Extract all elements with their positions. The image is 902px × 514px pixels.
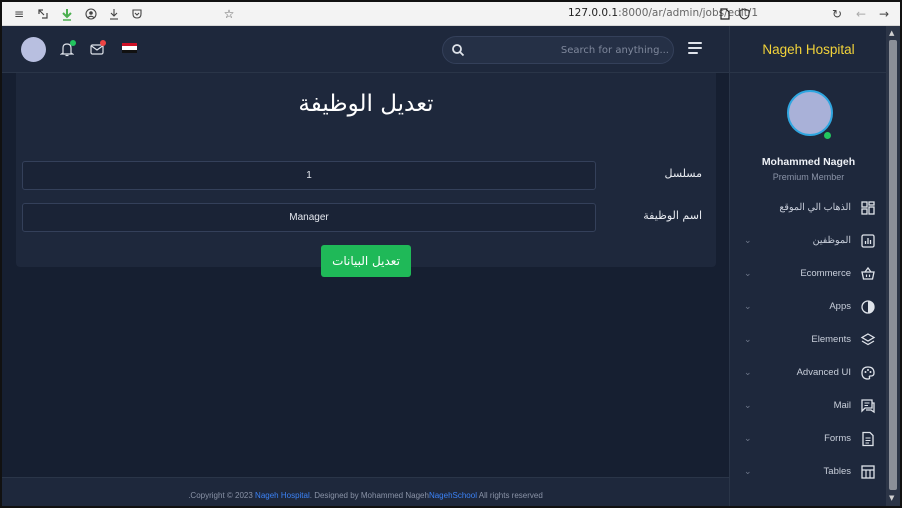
footer-copyright: .Copyright © 2023 <box>188 491 253 500</box>
chat-icon <box>861 399 875 414</box>
chevron-down-icon: ⌄ <box>744 236 752 246</box>
account-icon[interactable] <box>82 5 100 23</box>
download-arrow-icon[interactable] <box>58 5 76 23</box>
shield-icon[interactable] <box>735 5 753 23</box>
chevron-down-icon: ⌄ <box>744 269 752 279</box>
sidebar-item-elements[interactable]: ⌄ Elements <box>730 330 887 352</box>
scroll-thumb[interactable] <box>889 40 897 490</box>
serial-label: مسلسل <box>664 167 703 180</box>
sidebar-item-label: Ecommerce <box>800 268 851 279</box>
sidebar-item-apps[interactable]: ⌄ Apps <box>730 297 887 319</box>
profile-avatar[interactable] <box>787 90 833 136</box>
footer-brand-link[interactable]: Nageh Hospital <box>255 491 310 500</box>
online-status-dot <box>823 131 832 140</box>
sidebar-item-label: Advanced UI <box>796 367 851 378</box>
sidebar-item-label: Mail <box>833 400 851 411</box>
profile-name: Mohammed Nageh <box>761 156 856 168</box>
message-dot <box>100 40 106 46</box>
grid-icon <box>861 201 875 215</box>
layers-icon <box>860 333 876 346</box>
forward-icon[interactable]: → <box>875 5 893 23</box>
sidebar-item-label: Elements <box>811 334 851 345</box>
top-navbar <box>2 26 729 73</box>
bar-chart-icon <box>861 234 875 248</box>
egypt-flag-icon[interactable] <box>122 43 137 53</box>
job-name-input[interactable] <box>22 203 596 232</box>
footer-rights: All rights reserved <box>476 491 543 500</box>
back-icon[interactable]: ← <box>852 5 870 23</box>
mail-icon[interactable] <box>87 39 107 59</box>
sidebar-item-label: Tables <box>823 466 851 477</box>
page-icon[interactable] <box>716 5 734 23</box>
profile-role: Premium Member <box>772 172 845 182</box>
sidebar-item-tables[interactable]: ⌄ Tables <box>730 462 887 484</box>
sidebar-scrollbar[interactable]: ▲ ▼ <box>886 26 900 506</box>
sidebar-item-forms[interactable]: ⌄ Forms <box>730 429 887 451</box>
basket-icon <box>861 266 875 280</box>
sidebar: Nageh Hospital Mohammed Nageh Premium Me… <box>729 26 887 506</box>
scroll-down-icon[interactable]: ▼ <box>889 494 894 502</box>
chevron-down-icon: ⌄ <box>744 401 752 411</box>
url-host: 127.0.0.1 <box>568 7 619 19</box>
table-icon <box>861 465 875 479</box>
avatar[interactable] <box>21 37 46 62</box>
sidebar-item-mail[interactable]: ⌄ Mail <box>730 396 887 418</box>
sidebar-item-advanced-ui[interactable]: ⌄ Advanced UI <box>730 363 887 385</box>
search-icon[interactable] <box>451 43 465 57</box>
sidebar-item-employees[interactable]: ⌄ الموظفين <box>730 231 887 253</box>
chevron-down-icon: ⌄ <box>744 302 752 312</box>
bell-icon[interactable] <box>57 39 77 59</box>
sidebar-item-label: Apps <box>829 301 851 312</box>
sidebar-item-label: الذهاب الي الموقع <box>779 202 851 213</box>
downloads-icon[interactable] <box>105 5 123 23</box>
job-name-label: اسم الوظيفة <box>643 209 702 222</box>
search-input[interactable] <box>473 41 669 59</box>
edit-job-card: تعديل الوظيفة مسلسل اسم الوظيفة تعديل ال… <box>16 73 716 277</box>
serial-input[interactable] <box>22 161 596 190</box>
footer: .Copyright © 2023 Nageh Hospital. Design… <box>2 477 729 506</box>
half-circle-icon <box>861 300 875 314</box>
footer-designed-by: . Designed by Mohammed Nageh <box>309 491 429 500</box>
chevron-down-icon: ⌄ <box>744 368 752 378</box>
search-box <box>442 36 674 64</box>
bookmark-star-icon[interactable]: ☆ <box>220 5 238 23</box>
browser-toolbar: ≡ ☆ 127.0.0.1:8000/ar/admin/jobs/edit/1 … <box>2 2 900 26</box>
update-data-button[interactable]: تعديل البيانات <box>321 245 411 277</box>
footer-school-link[interactable]: NagehSchool <box>429 491 477 500</box>
reload-icon[interactable]: ↻ <box>828 5 846 23</box>
hamburger-icon[interactable] <box>688 42 702 54</box>
chevron-down-icon: ⌄ <box>744 335 752 345</box>
page-title: تعديل الوظيفة <box>298 91 434 117</box>
pocket-icon[interactable] <box>128 5 146 23</box>
sidebar-item-go-to-site[interactable]: الذهاب الي الموقع <box>730 198 887 220</box>
history-icon[interactable] <box>34 5 52 23</box>
document-icon <box>862 431 874 447</box>
chevron-down-icon: ⌄ <box>744 467 752 477</box>
menu-icon[interactable]: ≡ <box>10 5 28 23</box>
notification-dot <box>70 40 76 46</box>
sidebar-item-ecommerce[interactable]: ⌄ Ecommerce <box>730 264 887 286</box>
sidebar-item-label: الموظفين <box>812 235 851 246</box>
chevron-down-icon: ⌄ <box>744 434 752 444</box>
scroll-up-icon[interactable]: ▲ <box>889 29 894 37</box>
sidebar-item-label: Forms <box>824 433 851 444</box>
admin-app: تعديل الوظيفة مسلسل اسم الوظيفة تعديل ال… <box>2 26 900 506</box>
brand-logo[interactable]: Nageh Hospital <box>730 26 887 73</box>
palette-icon <box>861 366 875 380</box>
